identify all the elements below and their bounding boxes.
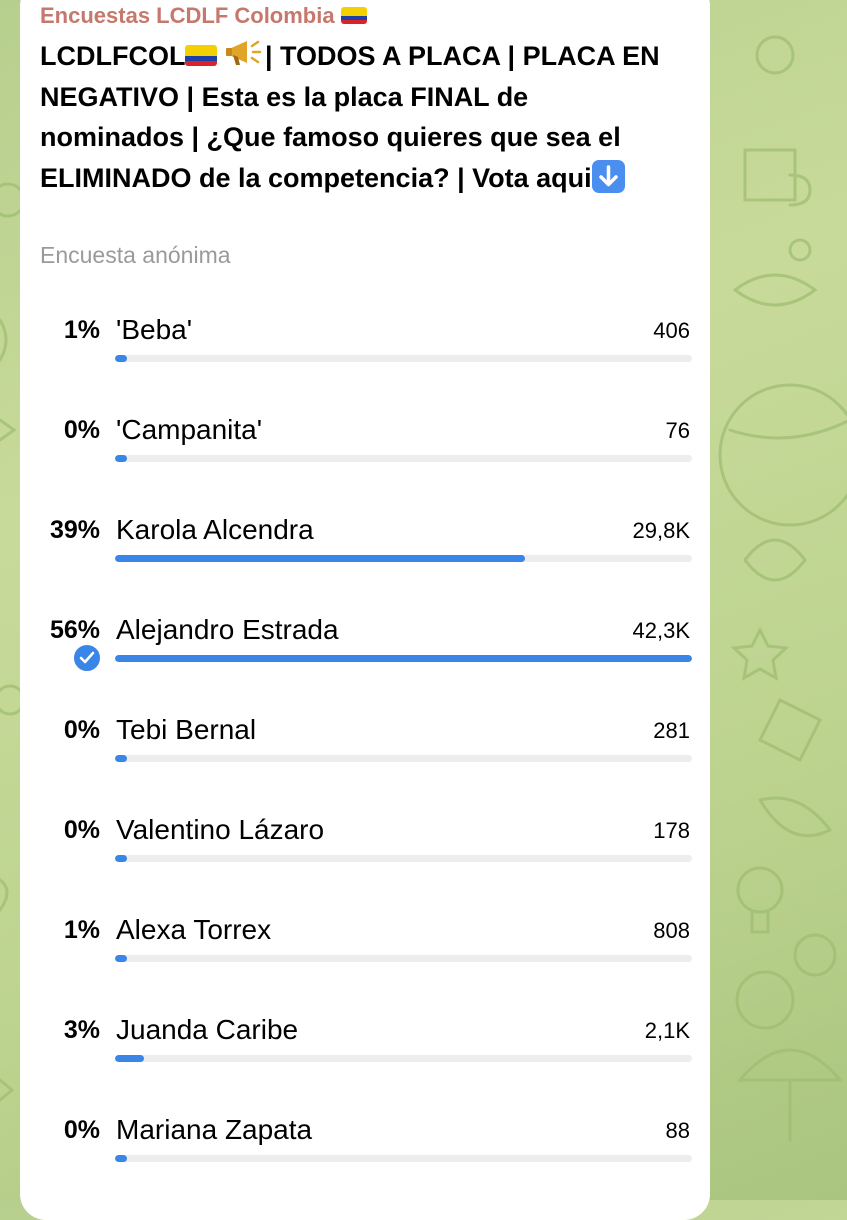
option-progress-track: [115, 455, 692, 462]
option-progress-fill: [115, 1155, 127, 1162]
colombia-flag-icon: [340, 7, 367, 24]
option-label: 'Campanita': [116, 414, 263, 445]
option-percent: 3%: [63, 1016, 100, 1044]
option-percent: 0%: [63, 1116, 100, 1144]
option-vote-count: 88: [665, 1118, 690, 1143]
poll-option[interactable]: 1% Alexa Torrex 808: [0, 915, 710, 1015]
option-progress-track: [115, 355, 692, 362]
poll-question: LCDLFCOL | TODOS A PLACA | PLACA EN NEGA…: [40, 36, 660, 198]
option-percent: 0%: [63, 816, 100, 844]
option-progress-fill: [115, 555, 525, 562]
option-label: Tebi Bernal: [116, 714, 257, 745]
option-progress-track: [115, 555, 692, 562]
option-progress-track: [115, 955, 692, 962]
question-prefix: LCDLFCOL: [40, 41, 186, 71]
colombia-flag-icon: [185, 45, 218, 66]
option-label: Juanda Caribe: [116, 1014, 299, 1045]
option-percent: 0%: [63, 716, 100, 744]
option-progress-fill: [115, 655, 692, 662]
option-vote-count: 29,8K: [632, 518, 691, 543]
option-label: Mariana Zapata: [116, 1114, 313, 1145]
option-progress-track: [115, 755, 692, 762]
option-progress-track: [115, 855, 692, 862]
option-vote-count: 2,1K: [644, 1018, 690, 1043]
poll-option[interactable]: 0% 'Campanita' 76: [0, 415, 710, 515]
poll-option[interactable]: 0% Tebi Bernal 281: [0, 715, 710, 815]
option-percent: 1%: [63, 916, 100, 944]
option-percent: 1%: [63, 316, 100, 344]
down-arrow-icon: [591, 159, 625, 193]
poll-option[interactable]: 0% Mariana Zapata 88: [0, 1115, 710, 1215]
option-progress-fill: [115, 855, 127, 862]
option-vote-count: 178: [653, 818, 690, 843]
option-percent: 39%: [49, 516, 100, 544]
option-label: Valentino Lázaro: [116, 814, 325, 845]
option-progress-track: [115, 1055, 692, 1062]
poll-option[interactable]: 3% Juanda Caribe 2,1K: [0, 1015, 710, 1115]
megaphone-icon: [225, 40, 262, 65]
option-label: Alejandro Estrada: [116, 614, 339, 645]
poll-option[interactable]: 56% Alejandro Estrada 42,3K: [0, 615, 710, 715]
option-label: Alexa Torrex: [116, 914, 272, 945]
option-vote-count: 76: [665, 418, 690, 443]
poll-option[interactable]: 1% 'Beba' 406: [0, 315, 710, 415]
option-vote-count: 281: [653, 718, 690, 743]
option-label: Karola Alcendra: [116, 514, 314, 545]
poll-option[interactable]: 39% Karola Alcendra 29,8K: [0, 515, 710, 615]
option-progress-track: [115, 655, 692, 662]
option-percent: 0%: [63, 416, 100, 444]
option-progress-fill: [115, 455, 127, 462]
option-progress-track: [115, 1155, 692, 1162]
option-progress-fill: [115, 755, 127, 762]
poll-type-label: Encuesta anónima: [40, 242, 231, 268]
channel-name-header[interactable]: Encuestas LCDLF Colombia: [40, 3, 367, 29]
option-vote-count: 808: [653, 918, 690, 943]
option-progress-fill: [115, 955, 127, 962]
selected-checkmark-icon: [72, 643, 102, 673]
option-progress-fill: [115, 1055, 144, 1062]
option-progress-fill: [115, 355, 127, 362]
option-vote-count: 42,3K: [632, 618, 691, 643]
option-label: 'Beba': [116, 314, 193, 345]
option-percent: 56%: [49, 616, 100, 644]
option-vote-count: 406: [653, 318, 690, 343]
channel-name: Encuestas LCDLF Colombia: [40, 3, 335, 28]
poll-option[interactable]: 0% Valentino Lázaro 178: [0, 815, 710, 915]
